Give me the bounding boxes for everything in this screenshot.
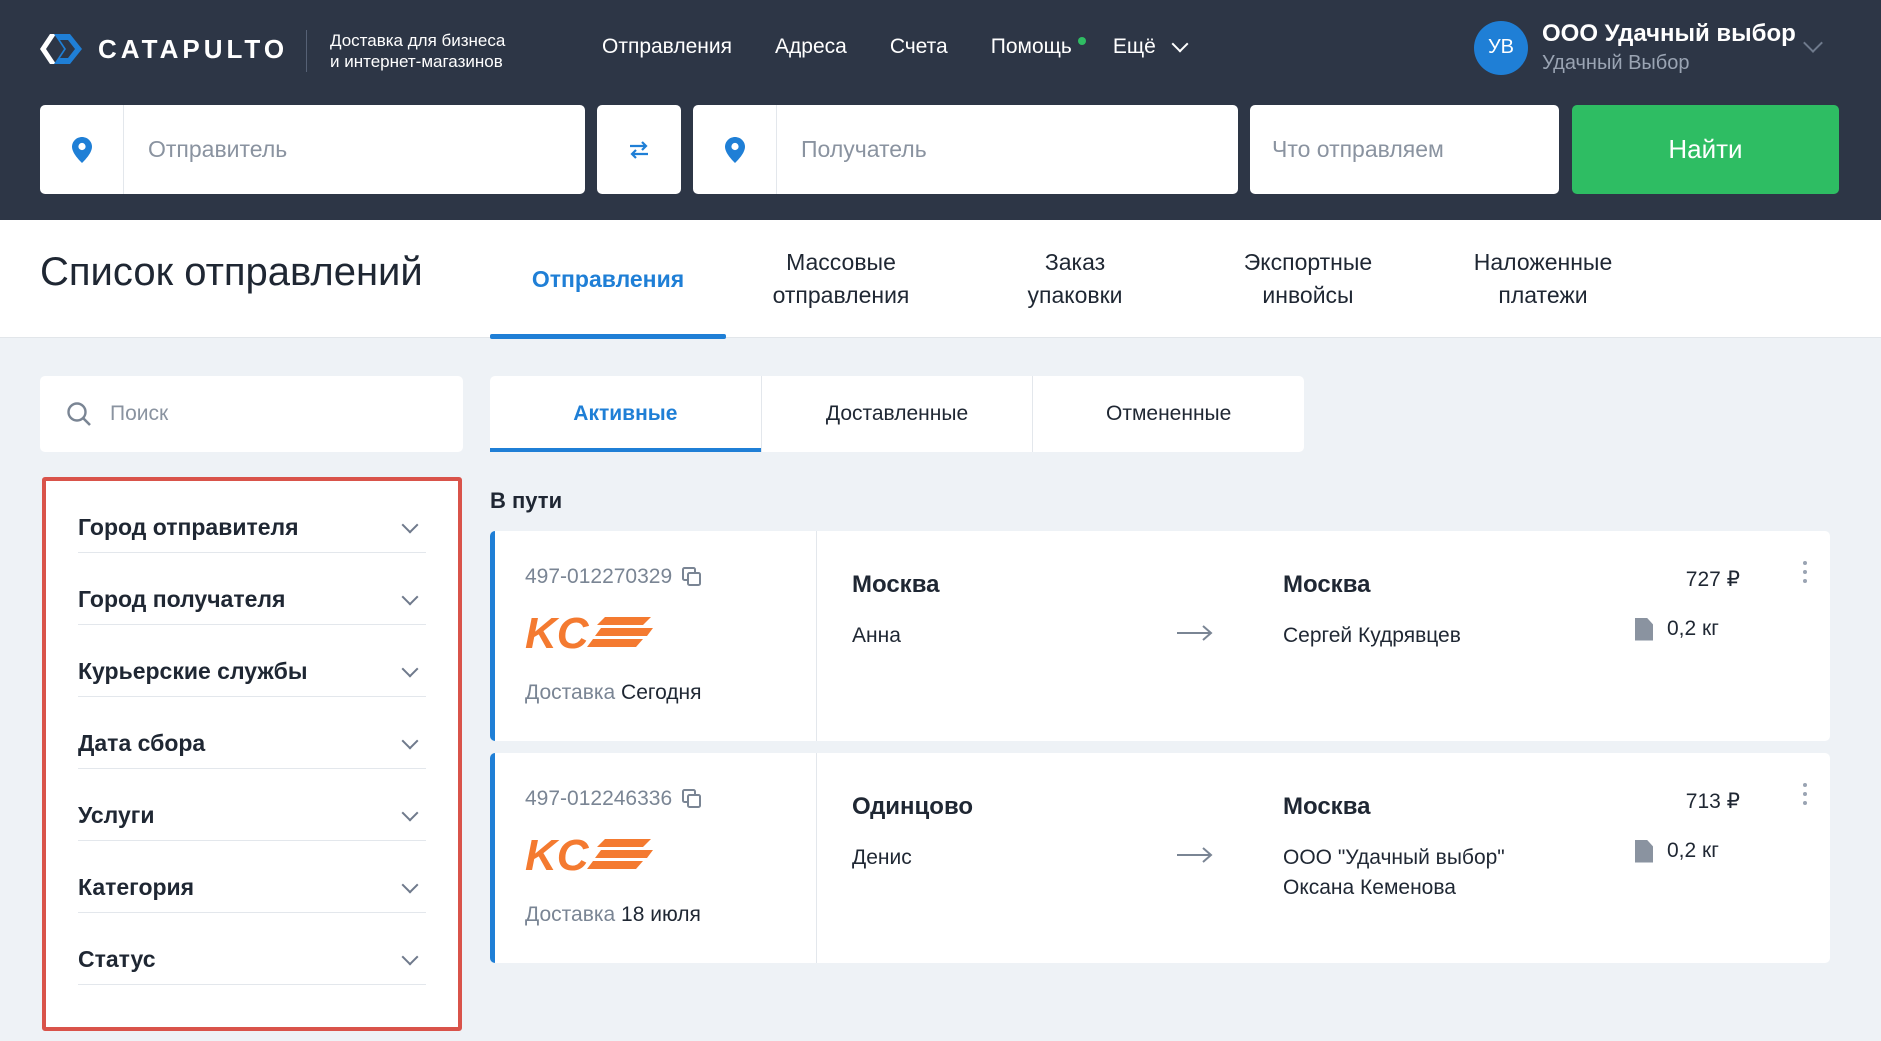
arrow-right-icon [1177,847,1213,863]
filter-status[interactable]: Статус [78,913,426,985]
sender-input[interactable]: Отправитель [124,136,287,163]
filter-couriers[interactable]: Курьерские службы [78,625,426,697]
sender-field[interactable]: Отправитель [40,105,585,194]
package-field[interactable]: Что отправляем [1250,105,1559,194]
tab-cancelled[interactable]: Отмененные [1033,376,1304,452]
avatar: УВ [1474,20,1528,75]
delivery-eta: Доставка 18 июля [525,903,701,926]
swap-arrows-icon [630,140,648,159]
filter-receiver-city[interactable]: Город получателя [78,553,426,625]
search-icon [67,402,91,426]
filter-category[interactable]: Категория [78,841,426,913]
receiver-input[interactable]: Получатель [777,136,927,163]
copy-icon[interactable] [682,567,702,587]
receiver-field[interactable]: Получатель [693,105,1238,194]
tracking-number: 497-012270329 [525,565,702,589]
document-icon [1635,839,1653,863]
chevron-down-icon [401,948,419,965]
location-pin-icon [724,136,745,163]
more-menu-icon[interactable] [1802,561,1808,583]
to-city: Москва [1283,571,1371,598]
document-icon [1635,617,1653,641]
notification-dot [1077,37,1086,45]
search-box[interactable]: Поиск [40,376,463,452]
shipment-card[interactable]: 497-012246336 KC Доставка 18 июля Одинцо… [490,753,1830,963]
copy-icon[interactable] [682,789,702,809]
find-button[interactable]: Найти [1572,105,1839,194]
chevron-down-icon [401,516,419,533]
nav-help[interactable]: Помощь [991,35,1086,59]
user-company: Удачный Выбор [1542,52,1690,74]
svg-text:KC: KC [525,611,590,653]
to-person: ООО "Удачный выбор" Оксана Кеменова [1283,846,1505,899]
tab-shipments[interactable]: Отправления [490,220,726,339]
tab-mass-shipments[interactable]: Массовые отправления [726,220,956,338]
tracking-number: 497-012246336 [525,787,702,811]
page-title: Список отправлений [40,250,423,294]
location-pin-icon [71,136,92,163]
user-menu[interactable]: УВ ООО Удачный выбор Удачный Выбор [1474,20,1796,75]
page-tabs-band: Список отправлений Отправления Массовые о… [0,220,1881,339]
nav-addresses[interactable]: Адреса [775,35,847,59]
nav-invoices[interactable]: Счета [890,35,948,59]
to-city: Москва [1283,793,1371,820]
filter-sender-city[interactable]: Город отправителя [78,481,426,553]
swap-button[interactable] [597,105,681,194]
filter-panel: Город отправителя Город получателя Курье… [42,477,462,1031]
from-person: Анна [852,624,901,647]
chevron-down-icon [401,804,419,821]
from-person: Денис [852,846,912,869]
search-input[interactable]: Поиск [110,402,168,426]
tab-delivered[interactable]: Доставленные [762,376,1034,452]
more-menu-icon[interactable] [1802,783,1808,805]
chevron-down-icon[interactable] [1803,33,1823,53]
kce-carrier-logo: KC [525,833,653,875]
brand-name: CATAPULTO [98,33,289,64]
svg-text:KC: KC [525,833,590,875]
catapulto-logo-icon [40,34,82,64]
package-input[interactable]: Что отправляем [1250,136,1444,163]
chevron-down-icon [401,588,419,605]
main-nav: Отправления Адреса Счета Помощь Ещё [602,32,1229,62]
to-person: Сергей Кудрявцев [1283,624,1461,647]
arrow-right-icon [1177,625,1213,641]
chevron-down-icon [401,660,419,677]
logo-divider [306,30,307,72]
chevron-down-icon [1171,35,1189,53]
tab-active[interactable]: Активные [490,376,762,452]
chevron-down-icon [401,732,419,749]
from-city: Одинцово [852,793,974,820]
shipment-card[interactable]: 497-012270329 KC Доставка Сегодня Москва… [490,531,1830,741]
nav-more[interactable]: Ещё [1113,35,1189,59]
section-title: В пути [490,488,563,513]
status-tabs: Активные Доставленные Отмененные [490,376,1304,452]
chevron-down-icon [401,876,419,893]
tab-cod-payments[interactable]: Наложенные платежи [1428,220,1658,338]
user-name: ООО Удачный выбор [1542,20,1796,47]
price: 713 ₽ [1685,790,1740,813]
delivery-eta: Доставка Сегодня [525,681,702,704]
price: 727 ₽ [1685,568,1740,591]
weight: 0,2 кг [1635,839,1719,863]
from-city: Москва [852,571,940,598]
top-header: CATAPULTO Доставка для бизнеса и интерне… [0,0,1881,220]
weight: 0,2 кг [1635,617,1719,641]
nav-shipments[interactable]: Отправления [602,35,732,59]
logo[interactable]: CATAPULTO [40,30,288,68]
kce-carrier-logo: KC [525,611,653,653]
filter-pickup-date[interactable]: Дата сбора [78,697,426,769]
tagline: Доставка для бизнеса и интернет-магазино… [330,31,506,71]
tab-export-invoices[interactable]: Экспортные инвойсы [1193,220,1423,338]
filter-services[interactable]: Услуги [78,769,426,841]
tab-packaging-order[interactable]: Заказ упаковки [960,220,1190,338]
